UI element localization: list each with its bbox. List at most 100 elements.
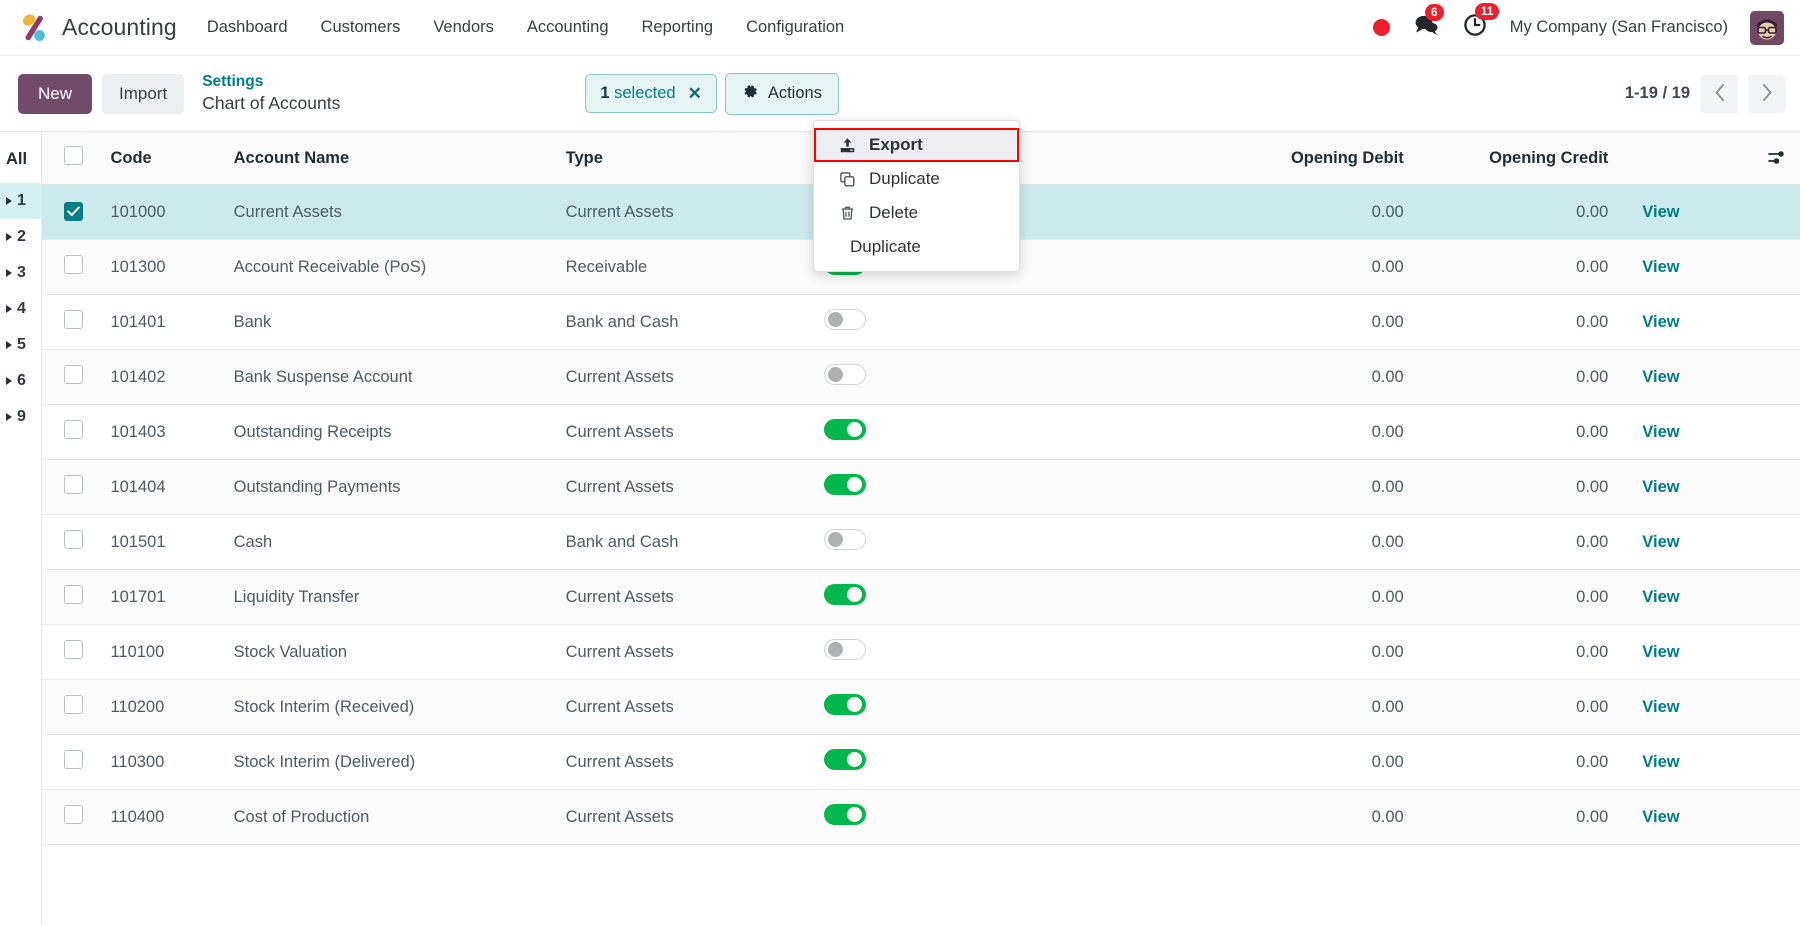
pager-previous-button[interactable]: [1700, 74, 1738, 113]
chevron-right-icon: [1761, 83, 1774, 105]
view-link[interactable]: View: [1642, 203, 1679, 221]
sidebar-group-3[interactable]: 3: [0, 255, 41, 291]
allow-toggle[interactable]: [824, 584, 867, 605]
view-link[interactable]: View: [1642, 313, 1679, 331]
select-all-checkbox[interactable]: [64, 146, 83, 165]
sidebar-group-2[interactable]: 2: [0, 219, 41, 255]
allow-toggle[interactable]: [824, 309, 867, 330]
row-checkbox[interactable]: [64, 310, 83, 329]
cell-code: 101701: [100, 569, 224, 625]
allow-toggle[interactable]: [824, 804, 867, 825]
import-button[interactable]: Import: [102, 73, 185, 114]
view-link[interactable]: View: [1642, 698, 1679, 716]
menu-item-customers[interactable]: Customers: [321, 12, 401, 43]
allow-toggle[interactable]: [824, 694, 867, 715]
table-row[interactable]: 110100 Stock Valuation Current Assets 0.00 0…: [42, 624, 1800, 680]
view-link[interactable]: View: [1642, 643, 1679, 661]
pager-count[interactable]: 1-19 / 19: [1625, 84, 1690, 103]
sidebar-all-label[interactable]: All: [0, 132, 41, 183]
view-link[interactable]: View: [1642, 588, 1679, 606]
menu-item-duplicate-plain[interactable]: Duplicate: [814, 230, 1019, 264]
cell-row-options: [1751, 569, 1800, 625]
column-header-opening-debit[interactable]: Opening Debit: [1209, 132, 1414, 185]
breadcrumb: Settings Chart of Accounts: [202, 72, 340, 114]
view-link[interactable]: View: [1642, 423, 1679, 441]
table-row[interactable]: 101501 Cash Bank and Cash 0.00 0.00 View: [42, 514, 1800, 570]
table-row[interactable]: 110200 Stock Interim (Received) Current As…: [42, 679, 1800, 735]
allow-toggle[interactable]: [824, 364, 867, 385]
pager-next-button[interactable]: [1748, 74, 1786, 113]
menu-item-configuration[interactable]: Configuration: [746, 12, 844, 43]
sidebar-group-1[interactable]: 1: [0, 183, 41, 219]
cell-spacer: [1033, 789, 1210, 845]
column-header-name[interactable]: Account Name: [223, 132, 556, 185]
allow-toggle[interactable]: [824, 749, 867, 770]
breadcrumb-parent[interactable]: Settings: [202, 72, 340, 91]
row-checkbox[interactable]: [64, 695, 83, 714]
row-checkbox[interactable]: [64, 585, 83, 604]
table-row[interactable]: 101401 Bank Bank and Cash 0.00 0.00 View: [42, 294, 1800, 350]
view-link[interactable]: View: [1642, 753, 1679, 771]
row-checkbox[interactable]: [64, 640, 83, 659]
row-checkbox[interactable]: [64, 365, 83, 384]
menu-item-duplicate-plain-label: Duplicate: [850, 237, 921, 256]
row-checkbox[interactable]: [64, 420, 83, 439]
sidebar-group-6[interactable]: 6: [0, 363, 41, 399]
messages-button[interactable]: 6: [1412, 4, 1444, 42]
menu-item-export[interactable]: Export: [814, 128, 1019, 162]
user-avatar[interactable]: [1750, 10, 1784, 45]
table-row[interactable]: 101403 Outstanding Receipts Current Assets…: [42, 404, 1800, 460]
allow-toggle[interactable]: [824, 474, 867, 495]
sidebar-group-9[interactable]: 9: [0, 399, 41, 435]
row-checkbox[interactable]: [64, 750, 83, 769]
actions-button[interactable]: Actions: [724, 72, 839, 115]
row-checkbox[interactable]: [64, 255, 83, 274]
cell-opening-credit: 0.00: [1413, 349, 1619, 405]
view-link[interactable]: View: [1642, 533, 1679, 551]
row-checkbox[interactable]: [64, 805, 83, 824]
clear-selection-icon[interactable]: ✕: [688, 85, 702, 102]
view-link[interactable]: View: [1642, 258, 1679, 276]
sidebar-group-4-label: 4: [17, 300, 26, 317]
group-sidebar: All 1 2 3 4 5 6 9: [0, 132, 42, 925]
allow-toggle[interactable]: [824, 419, 867, 440]
menu-item-reporting[interactable]: Reporting: [642, 12, 714, 43]
cell-spacer: [1033, 239, 1210, 295]
cell-row-options: [1751, 349, 1800, 405]
table-row[interactable]: 110400 Cost of Production Current Assets 0.…: [42, 789, 1800, 845]
row-checkbox[interactable]: [64, 201, 83, 221]
column-header-type[interactable]: Type: [555, 132, 815, 185]
view-link[interactable]: View: [1642, 808, 1679, 826]
menu-item-duplicate[interactable]: Duplicate: [814, 162, 1019, 196]
column-header-opening-credit[interactable]: Opening Credit: [1413, 132, 1619, 185]
actions-label: Actions: [767, 84, 822, 102]
company-switcher[interactable]: My Company (San Francisco): [1510, 18, 1728, 37]
table-row[interactable]: 110300 Stock Interim (Delivered) Current A…: [42, 734, 1800, 790]
allow-toggle[interactable]: [824, 529, 867, 550]
odoo-logo-icon[interactable]: [18, 11, 52, 45]
row-checkbox[interactable]: [64, 475, 83, 494]
table-row[interactable]: 101404 Outstanding Payments Current Assets…: [42, 459, 1800, 515]
view-link[interactable]: View: [1642, 478, 1679, 496]
menu-item-vendors[interactable]: Vendors: [433, 12, 494, 43]
menu-item-accounting[interactable]: Accounting: [527, 12, 609, 43]
cell-code: 101403: [100, 404, 224, 460]
new-button[interactable]: New: [18, 73, 93, 114]
view-link[interactable]: View: [1642, 368, 1679, 386]
sidebar-group-4[interactable]: 4: [0, 291, 41, 327]
sidebar-group-5[interactable]: 5: [0, 327, 41, 363]
menu-item-dashboard[interactable]: Dashboard: [207, 12, 288, 43]
cell-type: Current Assets: [555, 349, 815, 405]
selection-count-pill[interactable]: 1 selected ✕: [585, 74, 717, 113]
menu-item-delete[interactable]: Delete: [814, 196, 1019, 230]
column-header-code[interactable]: Code: [100, 132, 224, 185]
cell-opening-credit: 0.00: [1413, 514, 1619, 570]
row-checkbox[interactable]: [64, 530, 83, 549]
column-settings-icon[interactable]: [1752, 148, 1800, 168]
activities-button[interactable]: 11: [1462, 3, 1500, 43]
cell-spacer: [1033, 569, 1210, 625]
allow-toggle[interactable]: [824, 639, 867, 660]
table-row[interactable]: 101701 Liquidity Transfer Current Assets 0.…: [42, 569, 1800, 625]
cell-account-name: Account Receivable (PoS): [223, 239, 556, 295]
table-row[interactable]: 101402 Bank Suspense Account Current Asset…: [42, 349, 1800, 405]
